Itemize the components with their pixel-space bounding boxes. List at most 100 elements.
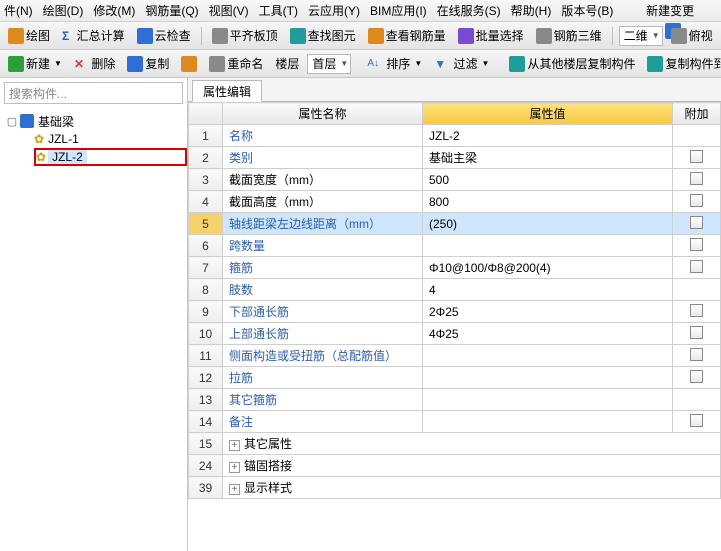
- property-group-row[interactable]: 15+其它属性: [189, 433, 721, 455]
- menu-cloud[interactable]: 云应用(Y): [308, 2, 360, 19]
- checkbox-icon[interactable]: [690, 216, 703, 229]
- property-row[interactable]: 12拉筋: [189, 367, 721, 389]
- menu-help[interactable]: 帮助(H): [511, 2, 552, 19]
- tree-root-foundation-beam[interactable]: ▢ 基础梁: [6, 112, 187, 130]
- property-group-name[interactable]: +锚固搭接: [223, 455, 721, 477]
- menu-version[interactable]: 版本号(B): [561, 2, 613, 19]
- copy-button[interactable]: 复制: [123, 53, 173, 74]
- draw-button[interactable]: 绘图: [4, 25, 54, 46]
- property-value[interactable]: [423, 389, 673, 411]
- extra-checkbox-cell[interactable]: [673, 213, 721, 235]
- extra-checkbox-cell[interactable]: [673, 125, 721, 147]
- property-group-row[interactable]: 39+显示样式: [189, 477, 721, 499]
- property-value[interactable]: 2Φ25: [423, 301, 673, 323]
- floor-dropdown[interactable]: 首层▼: [307, 54, 351, 74]
- property-row[interactable]: 11侧面构造或受扭筋（总配筋值）: [189, 345, 721, 367]
- extra-checkbox-cell[interactable]: [673, 191, 721, 213]
- view-2d-dropdown[interactable]: 二维▼: [619, 26, 663, 46]
- expand-icon[interactable]: +: [229, 462, 240, 473]
- property-row[interactable]: 5轴线距梁左边线距离（mm）(250): [189, 213, 721, 235]
- extra-checkbox-cell[interactable]: [673, 279, 721, 301]
- property-row[interactable]: 13其它箍筋: [189, 389, 721, 411]
- menu-rebar[interactable]: 钢筋量(Q): [145, 2, 198, 19]
- rename-button[interactable]: 重命名: [205, 53, 267, 74]
- property-value[interactable]: [423, 411, 673, 433]
- extra-checkbox-cell[interactable]: [673, 235, 721, 257]
- menu-draw[interactable]: 绘图(D): [43, 2, 84, 19]
- copy-to-floor-button[interactable]: 复制构件到其他楼层: [643, 53, 721, 74]
- find-element-button[interactable]: 查找图元: [286, 25, 360, 46]
- tree-item-jzl-1[interactable]: ✿ JZL-1: [34, 130, 187, 148]
- property-group-row[interactable]: 24+锚固搭接: [189, 455, 721, 477]
- expand-icon[interactable]: +: [229, 484, 240, 495]
- collapse-icon[interactable]: ▢: [6, 115, 18, 128]
- extra-checkbox-cell[interactable]: [673, 411, 721, 433]
- extra-checkbox-cell[interactable]: [673, 169, 721, 191]
- checkbox-icon[interactable]: [690, 348, 703, 361]
- property-value[interactable]: 4: [423, 279, 673, 301]
- property-value[interactable]: 800: [423, 191, 673, 213]
- tab-property-edit[interactable]: 属性编辑: [192, 80, 262, 102]
- extra-checkbox-cell[interactable]: [673, 257, 721, 279]
- property-value[interactable]: 4Φ25: [423, 323, 673, 345]
- property-row[interactable]: 2类别基础主梁: [189, 147, 721, 169]
- level-slab-button[interactable]: 平齐板顶: [208, 25, 282, 46]
- property-row[interactable]: 9下部通长筋2Φ25: [189, 301, 721, 323]
- tree-item-jzl-2[interactable]: ✿ JZL-2: [34, 148, 187, 166]
- checkbox-icon[interactable]: [690, 326, 703, 339]
- menu-view[interactable]: 视图(V): [209, 2, 249, 19]
- copy-from-floor-button[interactable]: 从其他楼层复制构件: [505, 53, 639, 74]
- property-value[interactable]: [423, 367, 673, 389]
- sum-calc-button[interactable]: Σ 汇总计算: [58, 25, 129, 46]
- property-row[interactable]: 8肢数4: [189, 279, 721, 301]
- property-row[interactable]: 4截面高度（mm）800: [189, 191, 721, 213]
- checkbox-icon[interactable]: [690, 414, 703, 427]
- menu-file[interactable]: 件(N): [4, 2, 33, 19]
- view-rebar-button[interactable]: 查看钢筋量: [364, 25, 450, 46]
- property-group-name[interactable]: +其它属性: [223, 433, 721, 455]
- birdview-button[interactable]: 俯视: [667, 25, 717, 46]
- checkbox-icon[interactable]: [690, 370, 703, 383]
- sort-button[interactable]: A↓ 排序▼: [363, 53, 426, 74]
- property-value[interactable]: [423, 345, 673, 367]
- menu-modify[interactable]: 修改(M): [93, 2, 135, 19]
- extra-checkbox-cell[interactable]: [673, 147, 721, 169]
- delete-button[interactable]: ✕ 删除: [70, 53, 119, 74]
- checkbox-icon[interactable]: [690, 172, 703, 185]
- property-row[interactable]: 6跨数量: [189, 235, 721, 257]
- checkbox-icon[interactable]: [690, 194, 703, 207]
- property-value[interactable]: 500: [423, 169, 673, 191]
- checkbox-icon[interactable]: [690, 150, 703, 163]
- search-input[interactable]: 搜索构件...: [4, 82, 183, 104]
- extra-checkbox-cell[interactable]: [673, 323, 721, 345]
- property-row[interactable]: 1名称JZL-2: [189, 125, 721, 147]
- extra-checkbox-cell[interactable]: [673, 367, 721, 389]
- menu-bim[interactable]: BIM应用(I): [370, 2, 427, 19]
- expand-icon[interactable]: +: [229, 440, 240, 451]
- property-row[interactable]: 14备注: [189, 411, 721, 433]
- menu-tools[interactable]: 工具(T): [259, 2, 298, 19]
- extra-checkbox-cell[interactable]: [673, 345, 721, 367]
- checkbox-icon[interactable]: [690, 238, 703, 251]
- new-component-button[interactable]: 新建▼: [4, 53, 66, 74]
- new-change-button[interactable]: 新建变更: [646, 2, 694, 19]
- property-group-name[interactable]: +显示样式: [223, 477, 721, 499]
- property-row[interactable]: 7箍筋Φ10@100/Φ8@200(4): [189, 257, 721, 279]
- checkbox-icon[interactable]: [690, 304, 703, 317]
- rebar-3d-button[interactable]: 钢筋三维: [532, 25, 606, 46]
- property-value[interactable]: (250): [423, 213, 673, 235]
- menu-online[interactable]: 在线服务(S): [437, 2, 501, 19]
- filter-button[interactable]: ▼ 过滤▼: [430, 53, 493, 74]
- property-value[interactable]: JZL-2: [423, 125, 673, 147]
- property-row[interactable]: 10上部通长筋4Φ25: [189, 323, 721, 345]
- property-value[interactable]: Φ10@100/Φ8@200(4): [423, 257, 673, 279]
- property-value[interactable]: 基础主梁: [423, 147, 673, 169]
- extra-checkbox-cell[interactable]: [673, 389, 721, 411]
- property-row[interactable]: 3截面宽度（mm）500: [189, 169, 721, 191]
- cloud-check-button[interactable]: 云检查: [133, 25, 195, 46]
- batch-select-button[interactable]: 批量选择: [454, 25, 528, 46]
- checkbox-icon[interactable]: [690, 260, 703, 273]
- paste-icon-button[interactable]: [177, 54, 201, 74]
- property-value[interactable]: [423, 235, 673, 257]
- extra-checkbox-cell[interactable]: [673, 301, 721, 323]
